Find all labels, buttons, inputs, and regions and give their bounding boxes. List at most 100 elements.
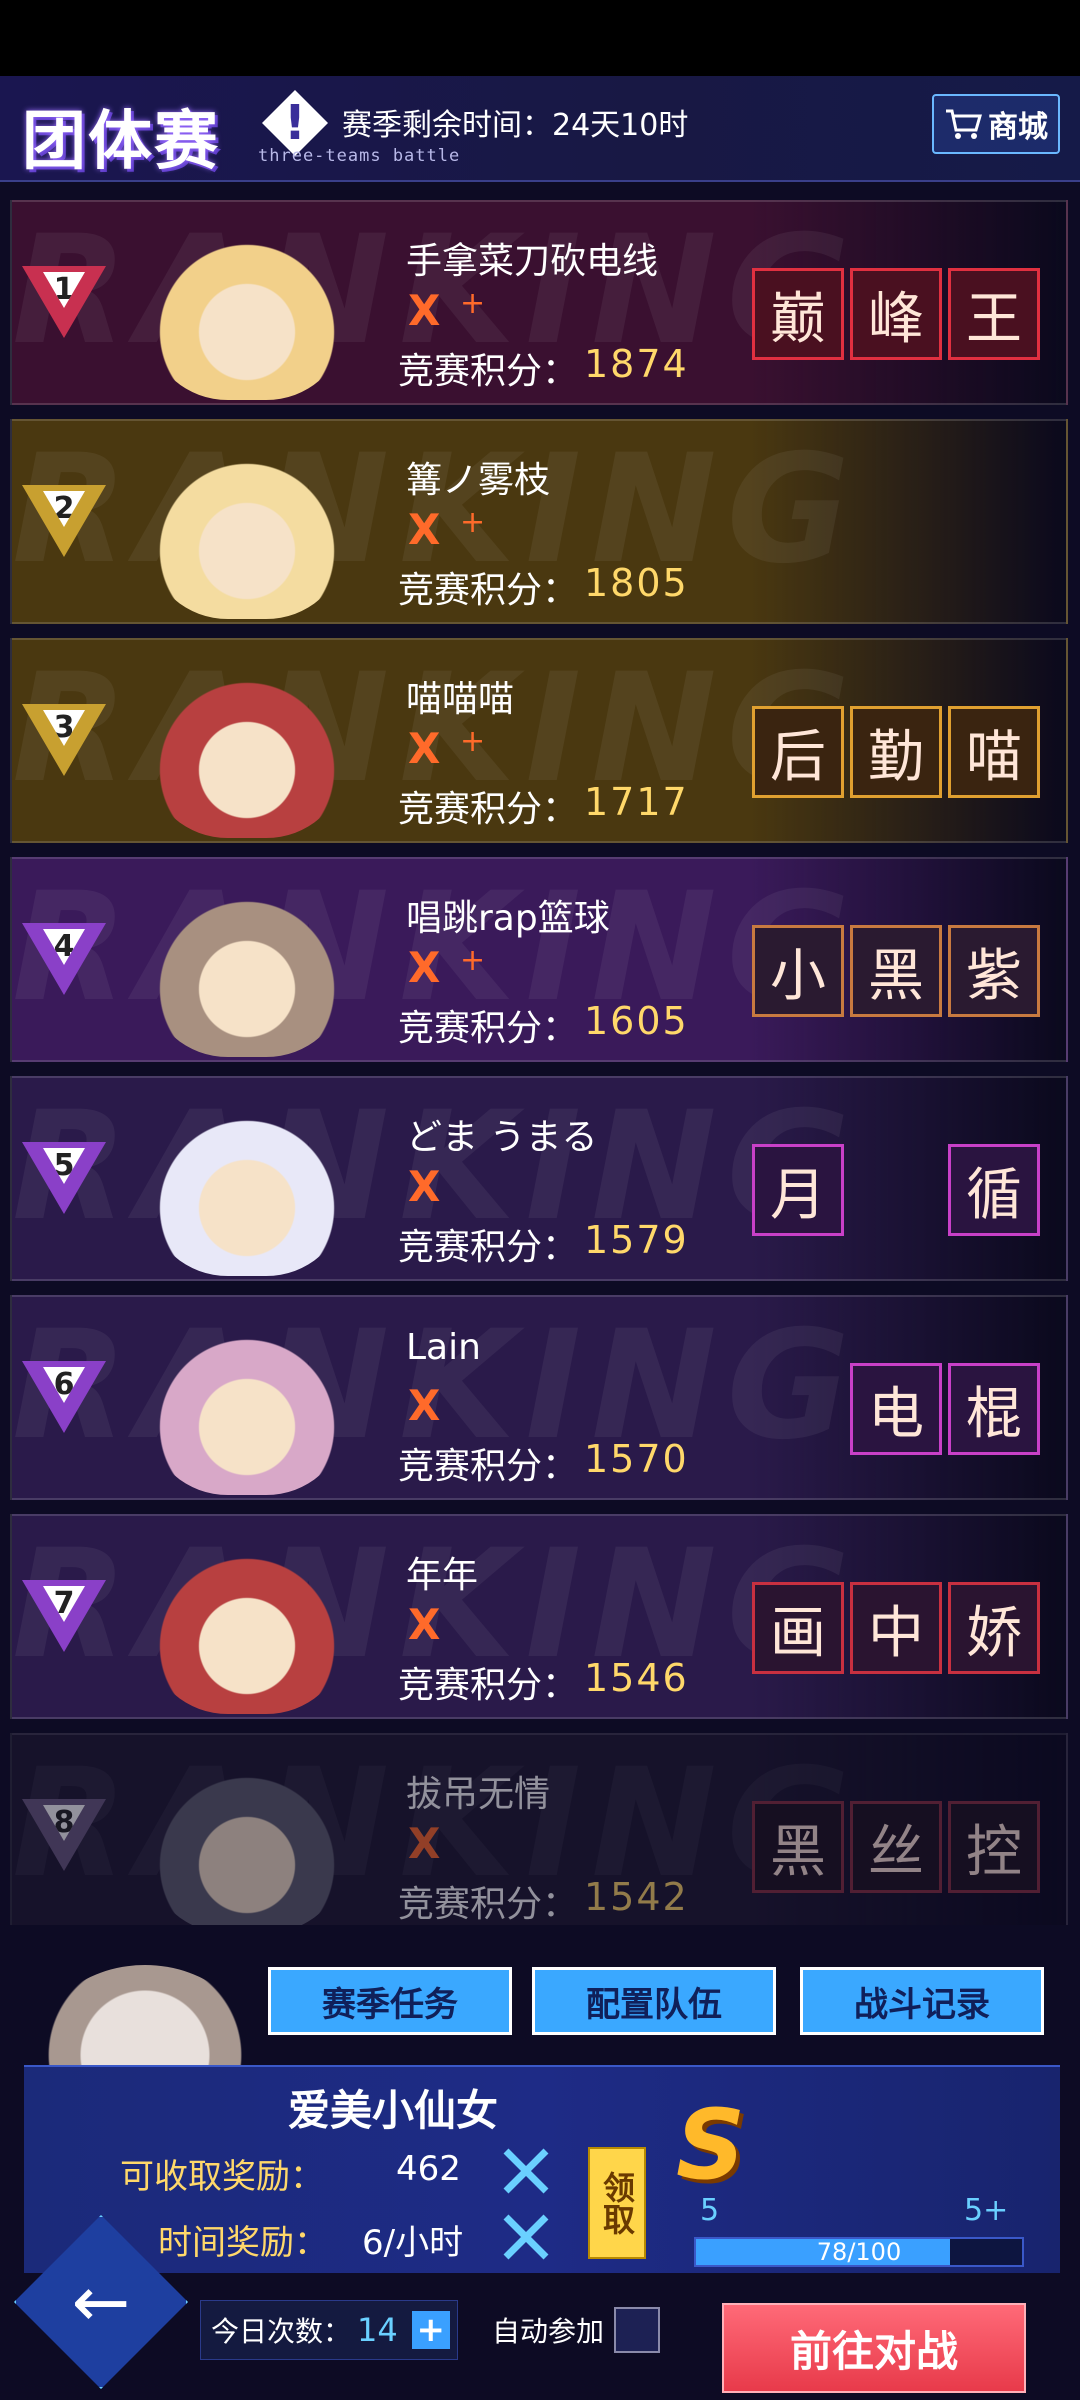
score-label: 竞赛积分： <box>398 1227 579 1268</box>
player-name: 年年 <box>406 1555 479 1596</box>
score-value: 1805 <box>584 561 689 605</box>
cart-icon <box>946 109 982 139</box>
level-current: 5 <box>700 2193 720 2228</box>
score-label: 竞赛积分： <box>398 1446 579 1487</box>
ranking-row[interactable]: RANKING 4 唱跳rap篮球 X + 竞赛积分： 1605 小黑紫 <box>10 857 1068 1062</box>
title-char: 画 <box>752 1582 844 1674</box>
page-subtitle: three-teams battle <box>258 146 461 166</box>
ranking-list[interactable]: RANKING 1 手拿菜刀砍电线 X + 竞赛积分： 1874 巅峰王 RANKING 2 篝ノ雾… <box>0 190 1080 1925</box>
status-bar <box>0 0 1080 76</box>
player-name: 手拿菜刀砍电线 <box>406 241 659 282</box>
page-title: 团体赛 <box>22 105 220 179</box>
ranking-row[interactable]: RANKING 1 手拿菜刀砍电线 X + 竞赛积分： 1874 巅峰王 <box>10 200 1068 405</box>
title-char: 娇 <box>948 1582 1040 1674</box>
score-value: 1542 <box>584 1875 689 1919</box>
rank-number: 7 <box>43 1586 85 1622</box>
auto-join-label: 自动参加 <box>492 2315 605 2348</box>
player-title: 画中娇 <box>752 1582 1040 1674</box>
rank-number: 2 <box>43 491 85 527</box>
title-char: 喵 <box>948 706 1040 798</box>
title-char <box>850 1144 942 1236</box>
score-label: 竞赛积分： <box>398 351 579 392</box>
x-rank-plus: + <box>460 943 486 978</box>
ranking-row[interactable]: RANKING 3 喵喵喵 X + 竞赛积分： 1717 后勤喵 <box>10 638 1068 843</box>
ranking-row[interactable]: RANKING 2 篝ノ雾枝 X + 竞赛积分： 1805 <box>10 419 1068 624</box>
title-char: 中 <box>850 1582 942 1674</box>
title-char: 循 <box>948 1144 1040 1236</box>
title-char: 峰 <box>850 268 942 360</box>
level-next: 5+ <box>964 2193 1009 2228</box>
claim-reward-button[interactable]: 领取 <box>588 2147 646 2259</box>
time-reward-label: 时间奖励： <box>158 2223 328 2263</box>
bottom-panel: 赛季任务 配置队伍 战斗记录 爱美小仙女 可收取奖励： 462 时间奖励： 6/… <box>0 1925 1080 2400</box>
claimable-label: 可收取奖励： <box>120 2157 324 2197</box>
auto-join: 自动参加 <box>492 2300 661 2360</box>
today-label: 今日次数： <box>211 2315 352 2348</box>
header: 团体赛 ! three-teams battle 赛季剩余时间：24天10时 商… <box>0 76 1080 182</box>
x-rank-mark: X <box>408 1162 441 1211</box>
title-char: 控 <box>948 1801 1040 1893</box>
rank-number: 4 <box>43 929 85 965</box>
shop-button[interactable]: 商城 <box>932 94 1060 154</box>
rank-number: 5 <box>43 1148 85 1184</box>
player-name: 喵喵喵 <box>406 679 515 720</box>
arrow-left-icon: ← <box>71 2261 131 2343</box>
score-value: 1579 <box>584 1218 689 1262</box>
x-rank-mark: X <box>408 1600 441 1649</box>
score-label: 竞赛积分： <box>398 789 579 830</box>
player-title: 后勤喵 <box>752 706 1040 798</box>
x-rank-mark: X <box>408 1819 441 1868</box>
today-count: 14 <box>357 2311 398 2349</box>
add-attempts-button[interactable]: + <box>411 2311 450 2349</box>
ranking-row[interactable]: RANKING 8 拔吊无情 X 竞赛积分： 1542 黑丝控 <box>10 1733 1068 1925</box>
rank-number: 3 <box>43 710 85 746</box>
team-config-button[interactable]: 配置队伍 <box>532 1967 776 2035</box>
x-rank-mark: X <box>408 505 441 554</box>
ranking-row[interactable]: RANKING 7 年年 X 竞赛积分： 1546 画中娇 <box>10 1514 1068 1719</box>
player-name: 爱美小仙女 <box>288 2086 499 2135</box>
today-attempts: 今日次数： 14 + <box>200 2300 458 2360</box>
crossed-swords-icon <box>503 2148 549 2194</box>
title-char: 小 <box>752 925 844 1017</box>
title-char: 巅 <box>752 268 844 360</box>
x-rank-plus: + <box>460 505 486 540</box>
title-char: 后 <box>752 706 844 798</box>
player-avatar[interactable] <box>152 1544 342 1714</box>
time-reward-value: 6/小时 <box>362 2223 464 2263</box>
x-rank-mark: X <box>408 943 441 992</box>
score-label: 竞赛积分： <box>398 1665 579 1706</box>
score-label: 竞赛积分： <box>398 1884 579 1925</box>
player-title: 电棍 <box>850 1363 1040 1455</box>
crossed-swords-icon <box>503 2214 549 2260</box>
player-avatar[interactable] <box>152 1325 342 1495</box>
x-rank-plus: + <box>460 286 486 321</box>
x-rank-plus: + <box>460 724 486 759</box>
player-avatar[interactable] <box>152 1763 342 1925</box>
season-tasks-button[interactable]: 赛季任务 <box>268 1967 512 2035</box>
title-char: 黑 <box>752 1801 844 1893</box>
rank-number: 6 <box>43 1367 85 1403</box>
player-avatar[interactable] <box>152 1106 342 1276</box>
player-card: 爱美小仙女 可收取奖励： 462 时间奖励： 6/小时 领取 S 5 5+ 78… <box>24 2065 1060 2273</box>
player-avatar[interactable] <box>152 230 342 400</box>
auto-join-checkbox[interactable] <box>614 2307 661 2353</box>
goto-battle-button[interactable]: 前往对战 <box>722 2303 1026 2393</box>
player-avatar[interactable] <box>152 449 342 619</box>
player-title: 黑丝控 <box>752 1801 1040 1893</box>
ranking-row[interactable]: RANKING 6 Lain X 竞赛积分： 1570 电棍 <box>10 1295 1068 1500</box>
ranking-row[interactable]: RANKING 5 どま うまる X 竞赛积分： 1579 月循 <box>10 1076 1068 1281</box>
battle-record-button[interactable]: 战斗记录 <box>800 1967 1044 2035</box>
shop-label: 商城 <box>988 110 1048 145</box>
title-char: 紫 <box>948 925 1040 1017</box>
player-avatar[interactable] <box>152 887 342 1057</box>
score-label: 竞赛积分： <box>398 1008 579 1049</box>
season-remaining: 赛季剩余时间：24天10时 <box>342 108 689 143</box>
player-name: どま うまる <box>406 1117 598 1158</box>
player-avatar[interactable] <box>152 668 342 838</box>
player-title: 巅峰王 <box>752 268 1040 360</box>
title-char: 勤 <box>850 706 942 798</box>
rank-number: 1 <box>43 272 85 308</box>
player-name: 唱跳rap篮球 <box>406 898 610 939</box>
title-char: 黑 <box>850 925 942 1017</box>
title-char: 王 <box>948 268 1040 360</box>
